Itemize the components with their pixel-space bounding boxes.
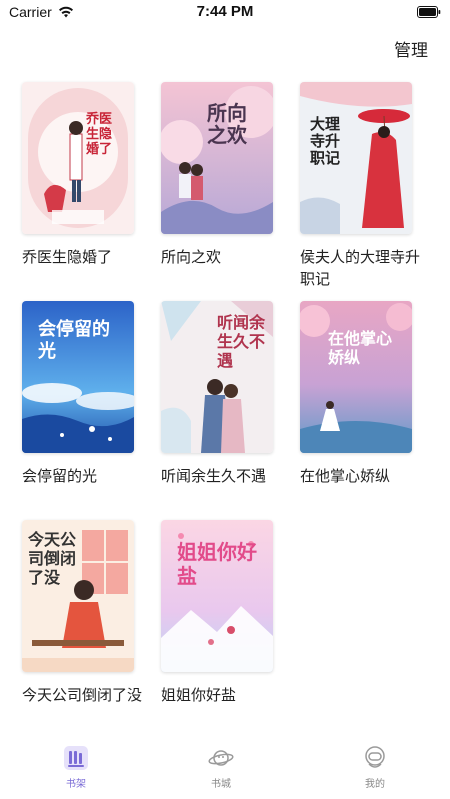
book-item[interactable]: 姐姐你好盐 姐姐你好盐 bbox=[161, 520, 273, 706]
cover-title: 姐姐你好盐 bbox=[177, 540, 257, 588]
book-item[interactable]: 听闻余生久不遇 听闻余生久不遇 bbox=[161, 301, 273, 487]
book-cover: 会停留的光 bbox=[22, 301, 134, 453]
book-item[interactable]: 在他掌心娇纵 在他掌心娇纵 bbox=[300, 301, 412, 487]
book-cover: 大理寺升职记 bbox=[300, 82, 412, 234]
book-item[interactable]: 今天公司倒闭了没 今天公司倒闭了没 bbox=[22, 520, 142, 706]
book-title: 听闻余生久不遇 bbox=[161, 467, 267, 485]
planet-icon bbox=[208, 750, 234, 766]
status-bar: Carrier 7:44 PM bbox=[0, 0, 450, 26]
book-title: 在他掌心娇纵 bbox=[300, 467, 391, 485]
tab-bookstore[interactable]: 书城 bbox=[191, 745, 251, 790]
tab-label: 书架 bbox=[66, 779, 86, 790]
book-title: 乔医生隐婚了 bbox=[22, 248, 113, 266]
cover-title: 大理寺升职记 bbox=[310, 115, 341, 167]
tab-label: 书城 bbox=[211, 779, 231, 790]
book-item[interactable]: 会停留的光 会停留的光 bbox=[22, 301, 134, 487]
book-title: 今天公司倒闭了没 bbox=[22, 686, 143, 704]
cover-title: 所向之欢 bbox=[207, 101, 247, 147]
book-title: 会停留的光 bbox=[22, 467, 98, 485]
clock: 7:44 PM bbox=[196, 3, 254, 20]
bookshelf-icon bbox=[64, 746, 88, 770]
book-title: 姐姐你好盐 bbox=[161, 686, 237, 704]
cover-title: 听闻余生久不遇 bbox=[217, 313, 266, 370]
manage-button[interactable]: 管理 bbox=[394, 36, 428, 61]
book-cover: 在他掌心娇纵 bbox=[300, 301, 412, 453]
book-item[interactable]: 所向之欢 所向之欢 bbox=[161, 82, 273, 268]
book-cover: 乔医生隐婚了 bbox=[22, 82, 134, 234]
cover-title: 今天公司倒闭了没 bbox=[28, 530, 77, 587]
book-title: 所向之欢 bbox=[161, 248, 222, 266]
cover-title: 在他掌心娇纵 bbox=[328, 329, 393, 367]
book-cover: 听闻余生久不遇 bbox=[161, 301, 273, 453]
tab-bookshelf[interactable]: 书架 bbox=[46, 745, 106, 790]
tab-label: 我的 bbox=[365, 779, 385, 790]
book-cover: 所向之欢 bbox=[161, 82, 273, 234]
cover-title: 会停留的光 bbox=[38, 319, 110, 362]
tab-bar: 书架 书城 我的 bbox=[0, 741, 450, 799]
book-cover: 姐姐你好盐 bbox=[161, 520, 273, 672]
tab-profile[interactable]: 我的 bbox=[345, 745, 405, 790]
book-title: 侯夫人的大理寺升职记 bbox=[300, 248, 421, 288]
astronaut-icon bbox=[365, 746, 385, 768]
battery-icon bbox=[417, 6, 441, 18]
cover-title: 乔医生隐婚了 bbox=[86, 112, 113, 157]
book-cover: 今天公司倒闭了没 bbox=[22, 520, 134, 672]
book-item[interactable]: 乔医生隐婚了 乔医生隐婚了 bbox=[22, 82, 134, 268]
book-item[interactable]: 大理寺升职记 侯夫人的大理寺升职记 bbox=[300, 82, 420, 290]
